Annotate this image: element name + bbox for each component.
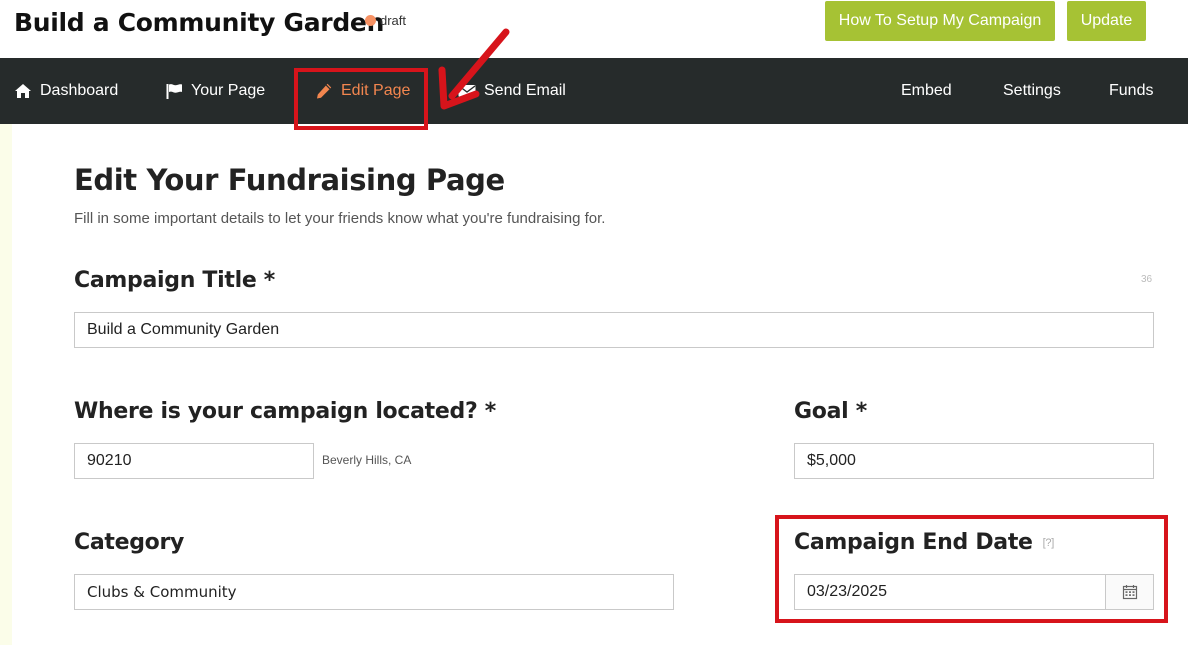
top-header: Build a Community Garden draft How To Se… [0,0,1188,58]
category-select[interactable]: Clubs & Community [74,574,674,610]
goal-label: Goal * [794,399,867,424]
nav-label-settings: Settings [1003,82,1061,99]
main-nav: Dashboard Your Page Edit Page Send Email… [0,58,1188,124]
annotation-arrow-icon [438,28,510,110]
nav-item-your-page[interactable]: Your Page [165,58,265,124]
campaign-title-heading: Build a Community Garden [14,8,385,37]
setup-campaign-button[interactable]: How To Setup My Campaign [825,1,1055,41]
left-accent-strip [0,124,12,645]
nav-item-settings[interactable]: Settings [1003,58,1061,124]
goal-input[interactable]: $5,000 [794,443,1154,479]
page-subtitle: Fill in some important details to let yo… [74,210,606,227]
update-button[interactable]: Update [1067,1,1146,41]
nav-item-dashboard[interactable]: Dashboard [14,58,118,124]
status-dot-icon [365,15,376,26]
location-label: Where is your campaign located? * [74,399,496,424]
status-text: draft [380,13,407,28]
character-count: 36 [1141,274,1153,285]
location-hint: Beverly Hills, CA [322,453,412,467]
nav-label-embed: Embed [901,82,952,99]
nav-item-embed[interactable]: Embed [901,58,952,124]
flag-icon [165,82,183,100]
home-icon [14,82,32,100]
nav-item-funds[interactable]: Funds [1109,58,1153,124]
nav-label-your-page: Your Page [191,82,266,99]
status-badge: draft [365,13,406,28]
campaign-title-label: Campaign Title * [74,268,276,293]
location-zip-input[interactable]: 90210 [74,443,314,479]
page-title: Edit Your Fundraising Page [74,163,505,197]
nav-label-dashboard: Dashboard [40,82,119,99]
category-label: Category [74,530,185,555]
campaign-title-input[interactable]: Build a Community Garden [74,312,1154,348]
edit-page-highlight-box [294,68,428,130]
nav-label-funds: Funds [1109,82,1154,99]
end-date-highlight-box [775,515,1168,623]
